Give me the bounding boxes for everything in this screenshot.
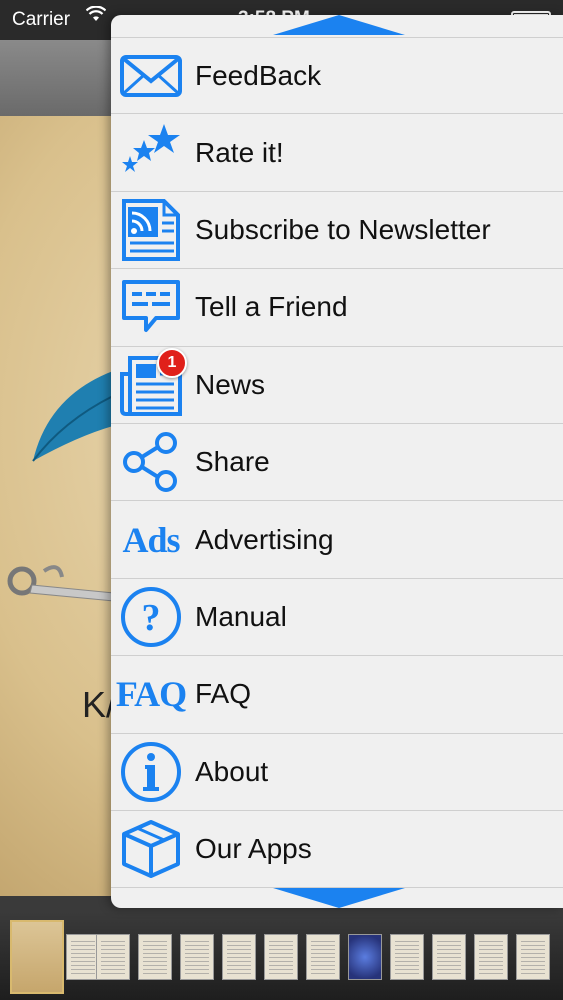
menu-item-label: Tell a Friend	[195, 291, 348, 323]
menu-item-tell-a-friend[interactable]: Tell a Friend	[111, 269, 563, 347]
menu-item-label: News	[195, 368, 266, 400]
menu-item-label: Share	[195, 446, 270, 478]
menu-item-label: FeedBack	[195, 59, 322, 91]
box-icon	[111, 811, 191, 888]
stars-icon	[111, 114, 191, 191]
speech-bubble-icon	[111, 269, 191, 346]
page-thumbnail[interactable]	[474, 934, 508, 980]
menu-item-subscribe-newsletter[interactable]: Subscribe to Newsletter	[111, 191, 563, 270]
envelope-icon	[111, 37, 191, 114]
page-thumbnail[interactable]	[348, 934, 382, 980]
menu-item-rate-it[interactable]: Rate it!	[111, 114, 563, 192]
menu-item-news[interactable]: 1 News	[111, 347, 563, 424]
carrier-label: Carrier	[12, 9, 71, 30]
page-thumbnail[interactable]	[432, 934, 466, 980]
page-thumbnail[interactable]	[222, 934, 256, 980]
ads-icon-text: Ads	[122, 519, 180, 560]
svg-text:?: ?	[142, 597, 161, 639]
page-thumbnail[interactable]	[390, 934, 424, 980]
menu-item-label: Subscribe to Newsletter	[195, 213, 491, 245]
menu-panel: FeedBack Rate it! Subscribe to Newslette…	[111, 15, 563, 908]
umbrella-illustration	[32, 371, 114, 462]
menu-item-our-apps[interactable]: Our Apps	[111, 811, 563, 889]
menu-item-advertising[interactable]: Ads Advertising	[111, 501, 563, 579]
page-thumbnail[interactable]	[66, 934, 100, 980]
page-thumbnail[interactable]	[516, 934, 550, 980]
ads-text-icon: Ads	[111, 501, 191, 578]
rss-document-icon	[111, 191, 191, 268]
menu-item-label: FAQ	[195, 678, 252, 710]
menu-item-share[interactable]: Share	[111, 424, 563, 502]
page-thumbnail[interactable]	[96, 934, 130, 980]
menu-item-faq[interactable]: FAQ FAQ	[111, 656, 563, 734]
question-circle-icon: ?	[111, 578, 191, 655]
menu-item-feedback[interactable]: FeedBack	[111, 37, 563, 115]
scissors-illustration	[7, 565, 114, 602]
menu-item-label: About	[195, 755, 269, 787]
faq-icon-text: FAQ	[115, 674, 187, 715]
page-thumbnail[interactable]	[138, 934, 172, 980]
info-circle-icon	[111, 733, 191, 810]
menu-item-label: Advertising	[195, 523, 334, 555]
share-icon	[111, 424, 191, 501]
page-thumbnail[interactable]	[264, 934, 298, 980]
menu-item-manual[interactable]: ? Manual	[111, 578, 563, 657]
menu-list: FeedBack Rate it! Subscribe to Newslette…	[111, 37, 563, 889]
menu-item-label: Manual	[195, 600, 287, 632]
faq-text-icon: FAQ	[111, 656, 191, 733]
wifi-icon	[85, 5, 107, 27]
newspaper-icon: 1	[111, 346, 191, 423]
scroll-down-arrow-icon[interactable]	[273, 888, 405, 908]
page-thumbnail-strip	[0, 912, 563, 1000]
scroll-up-arrow-icon[interactable]	[273, 15, 405, 35]
page-thumbnail[interactable]	[180, 934, 214, 980]
menu-item-label: Rate it!	[195, 136, 284, 168]
page-thumbnail[interactable]	[306, 934, 340, 980]
menu-item-label: Our Apps	[195, 833, 312, 865]
thumbnail-current-page[interactable]	[10, 920, 64, 994]
menu-item-about[interactable]: About	[111, 734, 563, 811]
